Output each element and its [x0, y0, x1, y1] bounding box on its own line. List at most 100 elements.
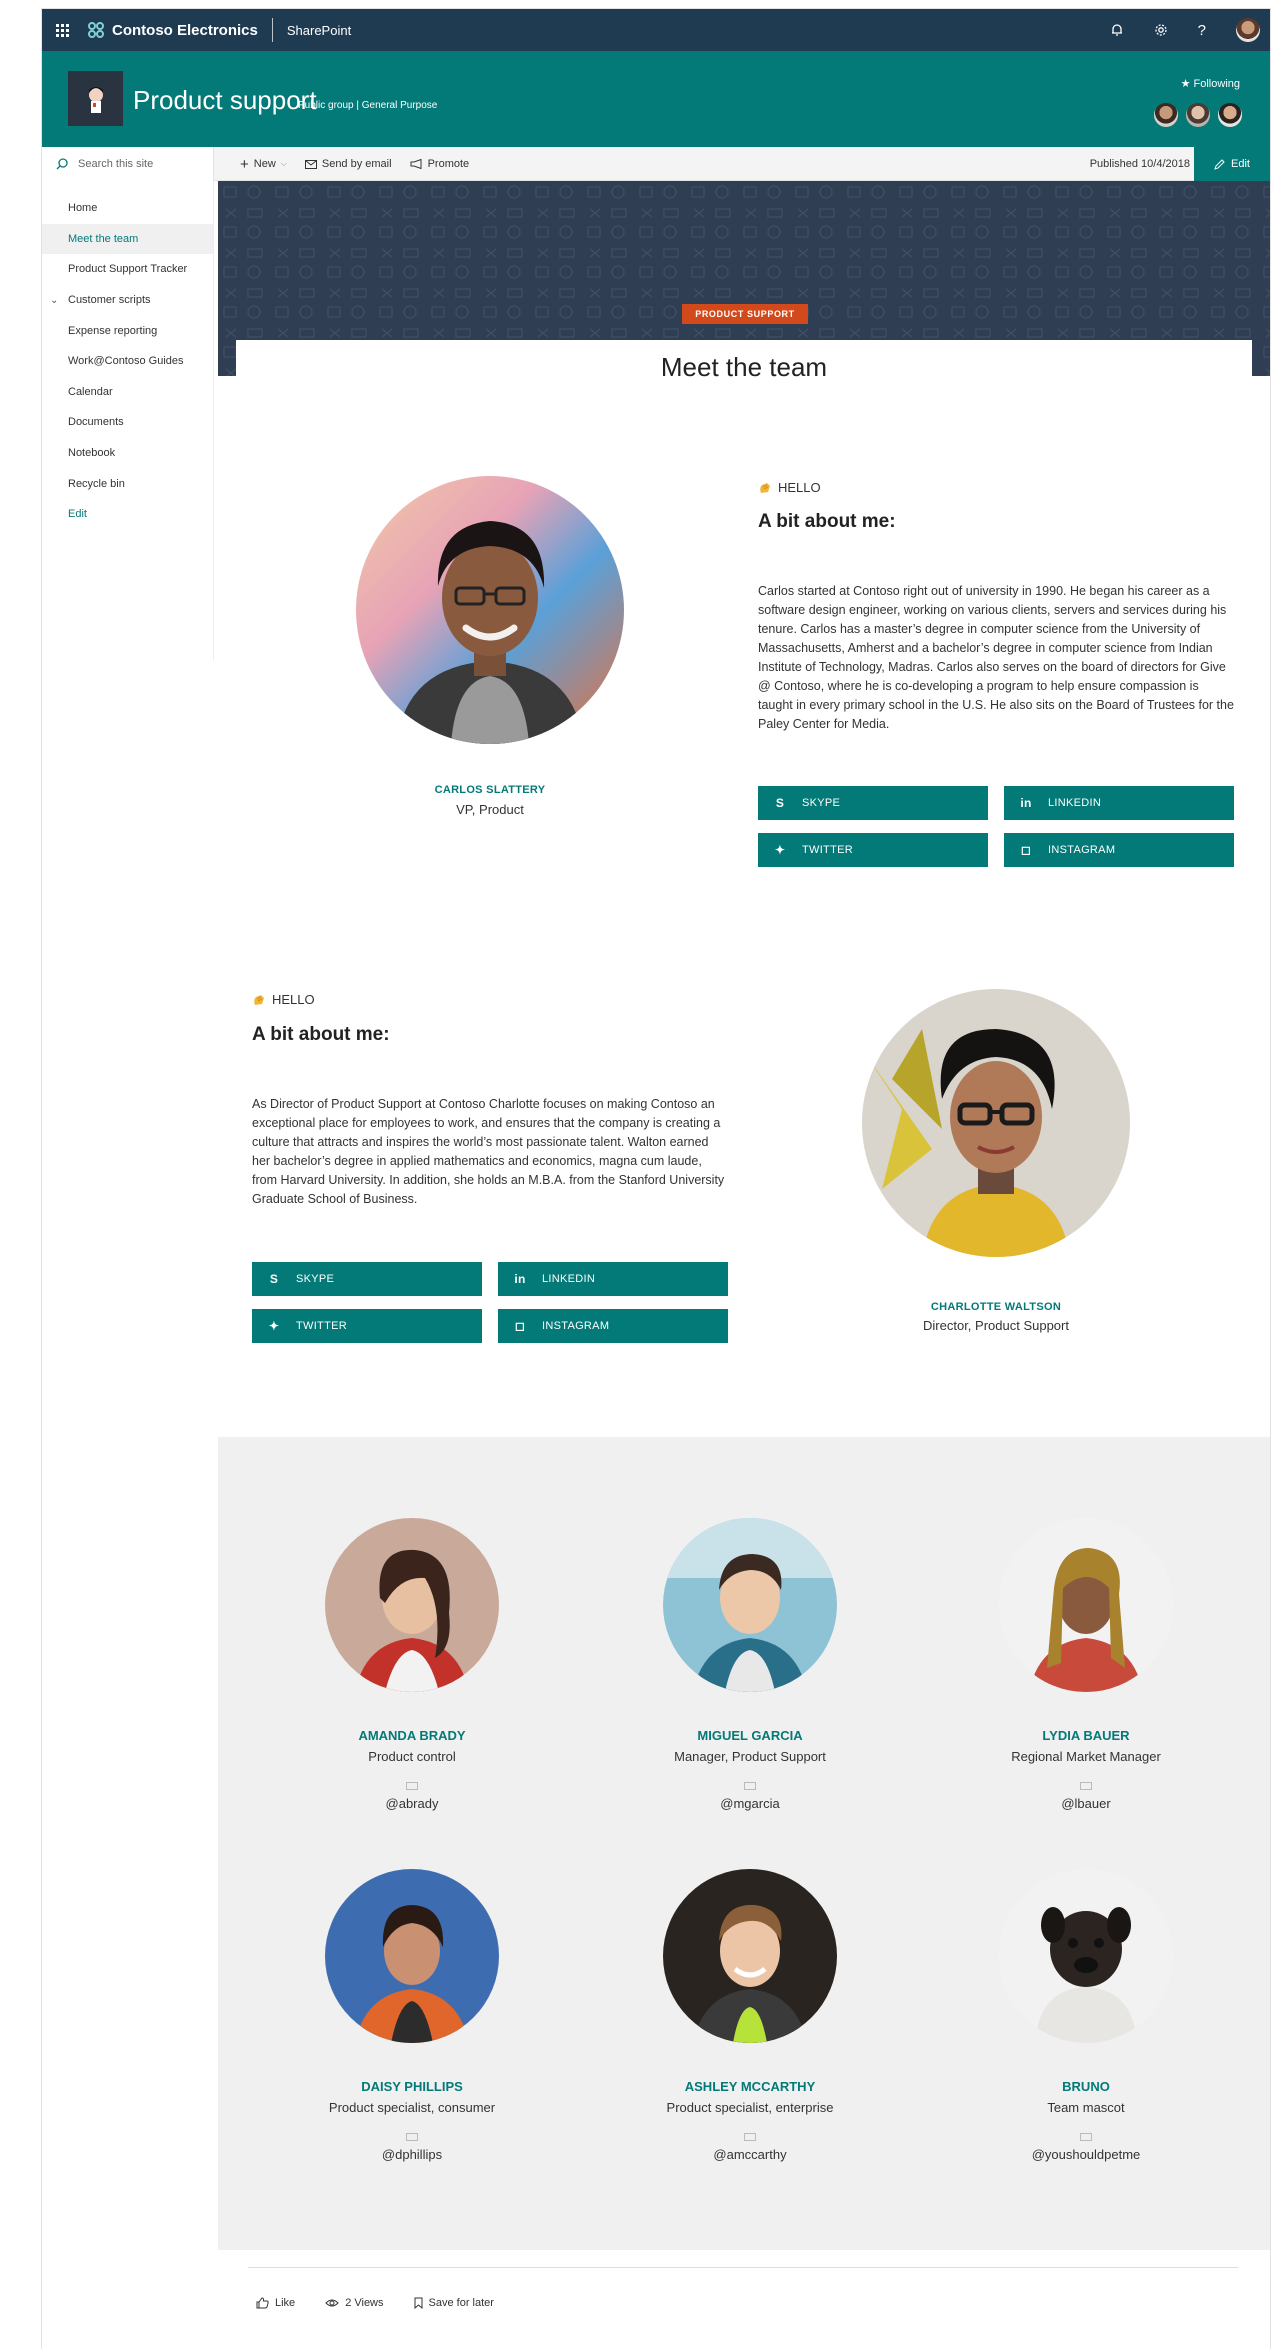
member-avatar[interactable] — [1152, 101, 1180, 129]
instagram-button[interactable]: ◻ INSTAGRAM — [498, 1309, 728, 1343]
linkedin-button[interactable]: in LINKEDIN — [1004, 786, 1234, 820]
bell-icon[interactable] — [1110, 23, 1124, 37]
hello-text: HELLO — [778, 480, 821, 495]
person-portrait — [862, 989, 1130, 1257]
follow-button[interactable]: ★ Following — [1181, 77, 1240, 90]
topic-tag[interactable]: PRODUCT SUPPORT — [682, 304, 808, 324]
mail-icon — [304, 159, 317, 169]
hello-text: HELLO — [272, 992, 315, 1007]
mail-icon[interactable] — [1080, 1782, 1092, 1790]
left-navigation: Home Meet the team Product Support Track… — [42, 181, 214, 661]
site-title[interactable]: Product support — [133, 85, 317, 116]
suite-separator — [271, 18, 273, 42]
member-photo — [325, 1518, 499, 1692]
nav-item-documents[interactable]: Documents — [42, 407, 213, 438]
like-button[interactable]: Like — [256, 2297, 295, 2309]
instagram-icon: ◻ — [514, 1319, 526, 1333]
nav-item-label: Edit — [68, 508, 87, 521]
member-handle[interactable]: @dphillips — [262, 2147, 562, 2162]
published-date: Published 10/4/2018 — [1089, 158, 1190, 170]
mail-icon[interactable] — [406, 1782, 418, 1790]
team-member-card[interactable]: LYDIA BAUER Regional Market Manager @lba… — [936, 1518, 1236, 1811]
skype-button[interactable]: S SKYPE — [252, 1262, 482, 1296]
waffle-icon[interactable] — [42, 9, 82, 51]
edit-label: Edit — [1231, 158, 1250, 170]
mail-icon[interactable] — [1080, 2133, 1092, 2141]
search-box[interactable]: Search this site — [42, 147, 214, 181]
instagram-label: INSTAGRAM — [1048, 844, 1116, 856]
edit-button[interactable]: Edit — [1194, 147, 1270, 181]
person-name: CHARLOTTE WALTSON — [930, 1301, 1062, 1313]
member-photo — [663, 1869, 837, 2043]
nav-item-home[interactable]: Home — [42, 193, 213, 224]
member-name: ASHLEY MCCARTHY — [684, 2079, 816, 2094]
member-avatar[interactable] — [1216, 101, 1244, 129]
command-bar: Search this site + New ⌵ Send by email P… — [42, 147, 1270, 181]
nav-item-work-contoso-guides[interactable]: Work@Contoso Guides — [42, 346, 213, 377]
chevron-down-icon[interactable]: ⌄ — [50, 295, 58, 306]
nav-item-recycle-bin[interactable]: Recycle bin — [42, 468, 213, 499]
nav-item-label: Meet the team — [68, 232, 139, 245]
carlos-photo — [356, 476, 624, 744]
search-input[interactable]: Search this site — [78, 158, 153, 170]
bookmark-icon — [414, 2297, 423, 2309]
app-name[interactable]: SharePoint — [287, 23, 351, 38]
nav-item-label: Work@Contoso Guides — [68, 355, 184, 368]
nav-item-meet-the-team[interactable]: Meet the team — [42, 223, 213, 255]
mail-icon[interactable] — [744, 2133, 756, 2141]
save-for-later-button[interactable]: Save for later — [414, 2297, 494, 2309]
help-icon[interactable]: ? — [1198, 22, 1206, 39]
group-members[interactable] — [1152, 101, 1244, 129]
nav-edit-link[interactable]: Edit — [42, 499, 213, 530]
gear-icon[interactable] — [1154, 23, 1168, 37]
member-handle[interactable]: @mgarcia — [600, 1796, 900, 1811]
skype-button[interactable]: S SKYPE — [758, 786, 988, 820]
instagram-label: INSTAGRAM — [542, 1320, 610, 1332]
nav-item-notebook[interactable]: Notebook — [42, 438, 213, 469]
company-brand[interactable]: Contoso Electronics — [82, 22, 258, 39]
avatar[interactable] — [1236, 18, 1260, 42]
send-by-email-button[interactable]: Send by email — [304, 158, 392, 170]
twitter-icon: ✦ — [268, 1319, 280, 1333]
team-member-card[interactable]: AMANDA BRADY Product control @abrady — [262, 1518, 562, 1811]
instagram-button[interactable]: ◻ INSTAGRAM — [1004, 833, 1234, 867]
member-role: Regional Market Manager — [1011, 1749, 1161, 1764]
nav-item-label: Calendar — [68, 385, 113, 398]
plus-icon: + — [240, 155, 249, 173]
member-photo — [999, 1518, 1173, 1692]
member-handle[interactable]: @lbauer — [936, 1796, 1236, 1811]
twitter-button[interactable]: ✦ TWITTER — [758, 833, 988, 867]
site-logo[interactable] — [68, 71, 123, 126]
nav-item-product-support-tracker[interactable]: Product Support Tracker — [42, 254, 213, 285]
member-handle[interactable]: @amccarthy — [600, 2147, 900, 2162]
member-handle[interactable]: @abrady — [262, 1796, 562, 1811]
linkedin-button[interactable]: in LINKEDIN — [498, 1262, 728, 1296]
promote-button[interactable]: Promote — [410, 158, 469, 170]
skype-label: SKYPE — [802, 797, 841, 809]
page-footer: Like 2 Views Save for later — [256, 2297, 494, 2309]
person-name: CARLOS SLATTERY — [434, 784, 546, 796]
about-text: As Director of Product Support at Contos… — [252, 1097, 725, 1206]
like-label: Like — [275, 2297, 296, 2309]
pencil-icon — [1214, 158, 1225, 170]
team-member-card[interactable]: ASHLEY MCCARTHY Product specialist, ente… — [600, 1869, 900, 2162]
mail-icon[interactable] — [406, 2133, 418, 2141]
nav-item-expense-reporting[interactable]: Expense reporting — [42, 315, 213, 346]
eye-icon — [325, 2299, 339, 2307]
member-avatar[interactable] — [1184, 101, 1212, 129]
member-handle[interactable]: @youshouldpetme — [936, 2147, 1236, 2162]
mail-icon[interactable] — [744, 1782, 756, 1790]
member-name: AMANDA BRADY — [358, 1728, 466, 1743]
footer-divider — [248, 2267, 1238, 2268]
page-title: Meet the team — [660, 352, 828, 382]
team-member-card[interactable]: DAISY PHILLIPS Product specialist, consu… — [262, 1869, 562, 2162]
nav-item-label: Expense reporting — [68, 324, 158, 337]
new-button[interactable]: + New ⌵ — [240, 156, 287, 173]
nav-item-calendar[interactable]: Calendar — [42, 377, 213, 408]
team-member-card[interactable]: MIGUEL GARCIA Manager, Product Support @… — [600, 1518, 900, 1811]
team-member-card[interactable]: BRUNO Team mascot @youshouldpetme — [936, 1869, 1236, 2162]
twitter-button[interactable]: ✦ TWITTER — [252, 1309, 482, 1343]
person-role: Director, Product Support — [923, 1318, 1069, 1333]
nav-item-customer-scripts[interactable]: ⌄ Customer scripts — [42, 285, 213, 316]
member-role: Team mascot — [1047, 2100, 1125, 2115]
